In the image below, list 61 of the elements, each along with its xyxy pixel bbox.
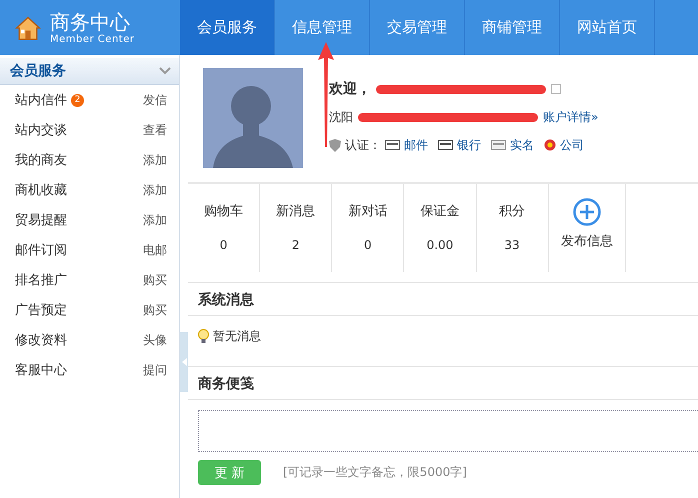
section-title: 商务便笺 — [188, 366, 698, 400]
sidebar-item[interactable]: 邮件订阅 — [15, 241, 67, 259]
plus-circle-icon — [572, 198, 601, 226]
stat-label: 保证金 — [420, 203, 460, 220]
sidebar-item[interactable]: 贸易提醒 — [15, 211, 67, 229]
stat-label: 购物车 — [204, 203, 244, 220]
section-title: 系统消息 — [188, 282, 698, 316]
stat-label: 积分 — [499, 203, 526, 220]
sidebar-item[interactable]: 客服中心 — [15, 361, 67, 379]
location-text: 沈阳 — [329, 108, 353, 126]
stat-value: 0 — [220, 238, 228, 252]
sidebar-action-link[interactable]: 购买 — [143, 302, 167, 318]
sidebar-action-link[interactable]: 购买 — [143, 272, 167, 288]
stat-value: 0.00 — [426, 238, 454, 252]
sidebar-item[interactable]: 商机收藏 — [15, 181, 67, 199]
certification-label: 认证： — [345, 136, 381, 154]
sidebar-action-link[interactable]: 添加 — [143, 182, 167, 198]
account-details-link[interactable]: 账户详情» — [543, 108, 598, 126]
note-hint: [可记录一些文字备忘，限5000字] — [283, 464, 467, 481]
stat-label: 新对话 — [348, 203, 388, 220]
sidebar-item[interactable]: 站内信件 — [15, 91, 67, 109]
site-title: 商务中心 — [50, 10, 131, 34]
certification-link[interactable]: 邮件 — [404, 136, 428, 154]
shield-icon — [329, 138, 341, 152]
lightbulb-icon — [198, 328, 209, 344]
site-subtitle: Member Center — [50, 34, 134, 45]
card-icon — [385, 140, 400, 150]
certification-link[interactable]: 银行 — [457, 136, 481, 154]
welcome-text: 欢迎， — [329, 80, 371, 98]
stat-value: 33 — [504, 238, 520, 252]
sidebar-action-link[interactable]: 查看 — [143, 122, 167, 138]
checkbox[interactable] — [551, 84, 561, 94]
emblem-icon — [544, 138, 556, 152]
collapse-handle[interactable] — [180, 332, 188, 392]
certification-link[interactable]: 实名 — [510, 136, 534, 154]
chevron-down-icon — [159, 67, 171, 75]
certification-link[interactable]: 公司 — [560, 136, 584, 154]
stat-value: 0 — [364, 238, 372, 252]
count-badge: 2 — [71, 94, 84, 106]
sidebar-item[interactable]: 我的商友 — [15, 151, 67, 169]
id-card-icon — [491, 140, 506, 150]
sidebar-item[interactable]: 排名推广 — [15, 271, 67, 289]
publish-button[interactable]: 发布信息 — [548, 184, 626, 272]
sidebar-action-link[interactable]: 发信 — [143, 92, 167, 108]
sidebar-title: 会员服务 — [10, 62, 66, 80]
sidebar-action-link[interactable]: 头像 — [143, 332, 167, 348]
sidebar-header[interactable]: 会员服务 — [0, 58, 179, 85]
sidebar-item[interactable]: 广告预定 — [15, 301, 67, 319]
sidebar-action-link[interactable]: 添加 — [143, 212, 167, 228]
note-field[interactable] — [198, 410, 698, 452]
stat-label: 新消息 — [276, 203, 316, 220]
sidebar-action-link[interactable]: 提问 — [143, 362, 167, 378]
stat-value: 2 — [292, 238, 300, 252]
caret-left-icon — [182, 358, 186, 366]
nav-tab[interactable]: 会员服务 — [180, 0, 275, 55]
card-icon — [438, 140, 453, 150]
sidebar-item[interactable]: 修改资料 — [15, 331, 67, 349]
sidebar-action-link[interactable]: 添加 — [143, 152, 167, 168]
sidebar-action-link[interactable]: 电邮 — [143, 242, 167, 258]
empty-message: 暂无消息 — [213, 328, 261, 344]
sidebar-item[interactable]: 站内交谈 — [15, 121, 67, 139]
